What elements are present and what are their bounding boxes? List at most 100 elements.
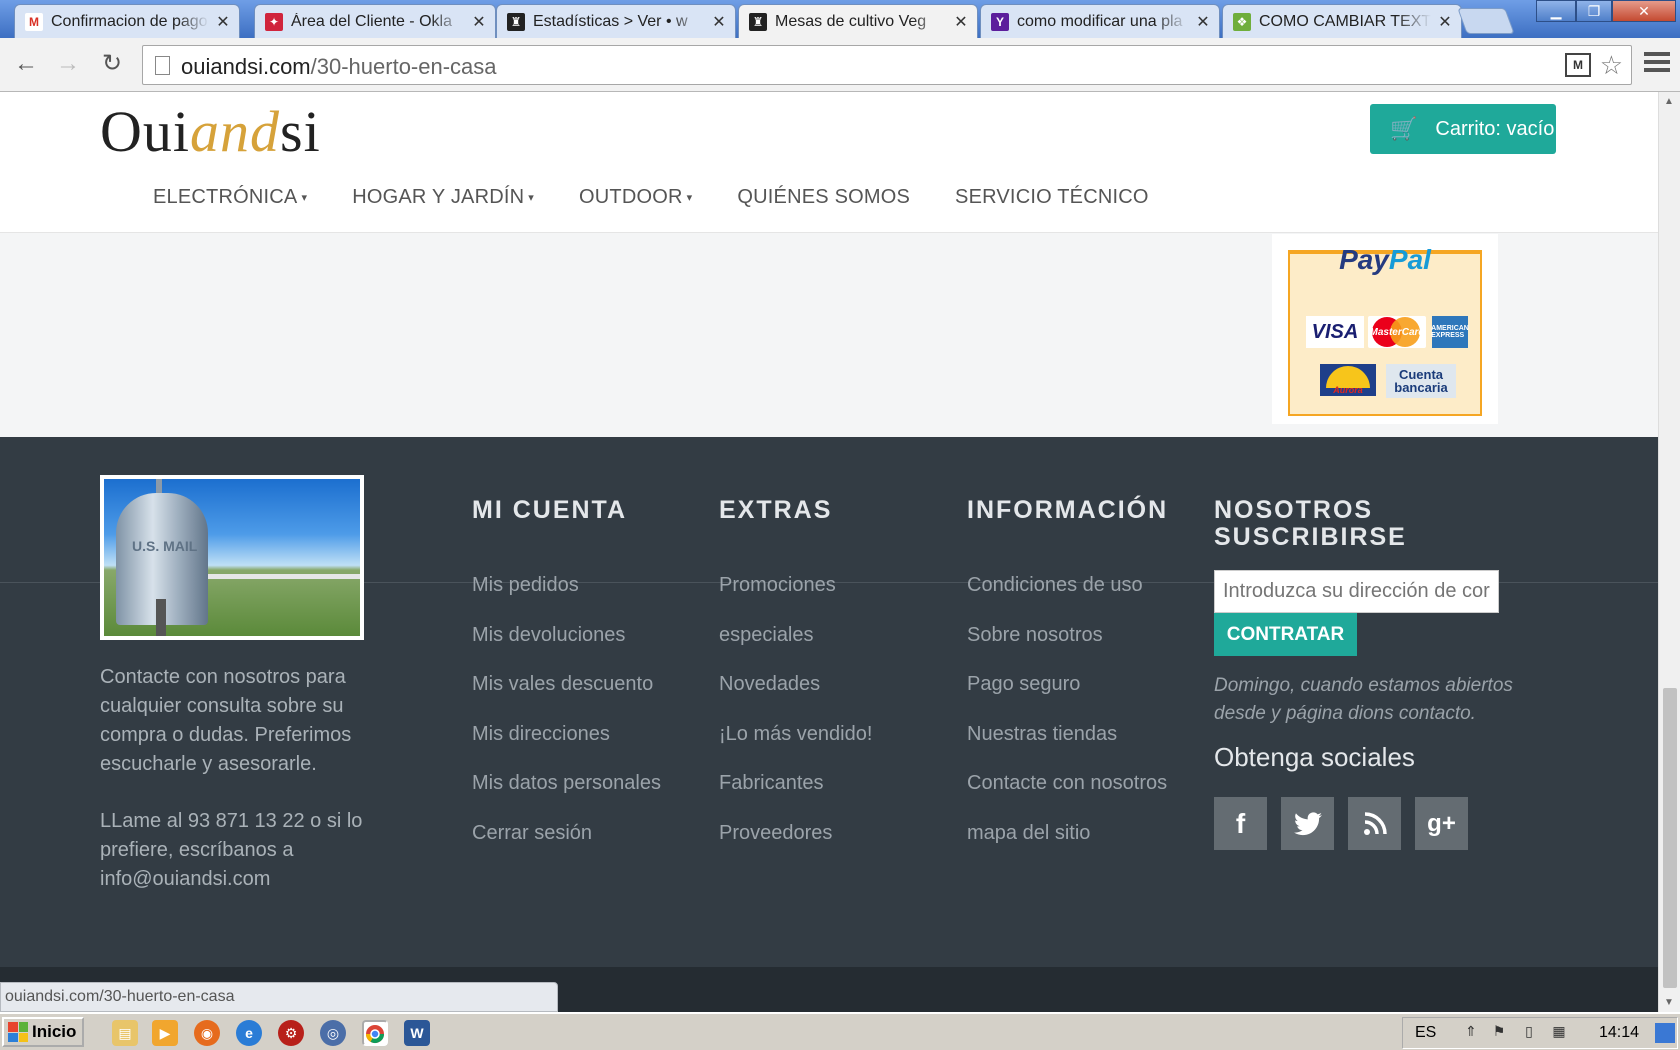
site-logo[interactable]: Ouiandsi <box>100 98 321 165</box>
footer-link[interactable]: Pago seguro <box>967 673 1167 723</box>
footer-link[interactable]: Cerrar sesión <box>472 822 661 872</box>
page-icon <box>155 56 170 75</box>
chrome-icon[interactable] <box>362 1020 388 1046</box>
nav-item-electronica[interactable]: ELECTRÓNICA ▾ <box>153 186 307 209</box>
browser-tab[interactable]: M Confirmacion de pago ✕ <box>14 4 240 38</box>
language-indicator[interactable]: ES <box>1415 1024 1436 1042</box>
nav-label: ELECTRÓNICA <box>153 186 298 208</box>
address-bar[interactable]: ouiandsi.com/30-huerto-en-casa M ☆ <box>142 45 1632 85</box>
tab-close-icon[interactable]: ✕ <box>1195 12 1211 32</box>
browser-menu-icon[interactable] <box>1644 52 1670 76</box>
start-button[interactable]: Inicio <box>2 1017 84 1047</box>
payment-logos: PayPal VISA MasterCard AMERICAN EXPRESS … <box>1288 244 1482 416</box>
nav-item-outdoor[interactable]: OUTDOOR ▾ <box>579 186 692 209</box>
page-viewport: Ouiandsi 🛒 Carrito: vacío ELECTRÓNICA ▾ H… <box>0 92 1658 1012</box>
app-icon[interactable]: ⚙ <box>278 1020 304 1046</box>
reload-button[interactable]: ↻ <box>96 48 128 80</box>
nav-item-hogar-jardin[interactable]: HOGAR Y JARDÍN ▾ <box>352 186 534 209</box>
scroll-up-icon[interactable]: ▲ <box>1664 96 1674 107</box>
browser-toolbar: ← → ↻ ouiandsi.com/30-huerto-en-casa M ☆ <box>0 38 1680 92</box>
scroll-down-icon[interactable]: ▼ <box>1664 997 1674 1008</box>
logo-text-accent: and <box>190 99 280 164</box>
main-nav: ELECTRÓNICA ▾ HOGAR Y JARDÍN ▾ OUTDOOR ▾ QU… <box>153 186 1194 209</box>
close-window-button[interactable]: ✕ <box>1612 0 1676 22</box>
bookmark-star-icon[interactable]: ☆ <box>1600 50 1623 81</box>
footer-link[interactable]: Proveedores <box>719 822 872 872</box>
extension-icon[interactable]: M <box>1565 53 1591 77</box>
tab-close-icon[interactable]: ✕ <box>1437 12 1453 32</box>
internet-explorer-icon[interactable]: e <box>236 1020 262 1046</box>
forward-button[interactable]: → <box>52 48 84 80</box>
browser-tab[interactable]: Y como modificar una pla ✕ <box>980 4 1220 38</box>
footer-link[interactable]: Mis vales descuento <box>472 673 661 723</box>
twitter-icon[interactable] <box>1281 797 1334 850</box>
tab-close-icon[interactable]: ✕ <box>471 12 487 32</box>
page-scrollbar[interactable]: ▲ ▼ <box>1658 92 1680 1012</box>
footer-heading: MI CUENTA <box>472 496 628 524</box>
logo-text: Oui <box>100 99 190 164</box>
network-app-icon[interactable]: ◎ <box>320 1020 346 1046</box>
footer-link[interactable]: Sobre nosotros <box>967 624 1167 674</box>
start-label: Inicio <box>32 1022 77 1041</box>
footer-link[interactable]: Condiciones de uso <box>967 574 1167 624</box>
nav-label: HOGAR Y JARDÍN <box>352 186 525 208</box>
flag-icon[interactable]: ⚑ <box>1489 1023 1509 1043</box>
footer-link[interactable]: especiales <box>719 624 872 674</box>
footer-phone-text: LLame al 93 871 13 22 o si lo prefiere, … <box>100 810 363 890</box>
footer-link[interactable]: Nuestras tiendas <box>967 723 1167 773</box>
mailbox-label: U.S. MAIL <box>132 538 198 554</box>
android-icon: ❖ <box>1233 12 1251 31</box>
back-button[interactable]: ← <box>10 48 42 80</box>
facebook-icon[interactable]: f <box>1214 797 1267 850</box>
site-favicon-icon: ♜ <box>749 12 767 31</box>
footer-heading: SUSCRIBIRSE <box>1214 523 1407 551</box>
google-plus-icon[interactable]: g+ <box>1415 797 1468 850</box>
browser-tab[interactable]: ✦ Área del Cliente - Okla ✕ <box>254 4 496 38</box>
tab-close-icon[interactable]: ✕ <box>215 12 231 32</box>
browser-tab[interactable]: ❖ COMO CAMBIAR TEXT ✕ <box>1222 4 1462 38</box>
newsletter-email-input[interactable] <box>1214 570 1499 613</box>
browser-tab-active[interactable]: ♜ Mesas de cultivo Veg ✕ <box>738 4 978 38</box>
paypal-text: Pay <box>1339 244 1389 275</box>
tab-title: Confirmacion de pago <box>51 12 208 30</box>
mastercard-logo: MasterCard <box>1368 316 1426 348</box>
folder-icon[interactable]: ▤ <box>112 1020 138 1046</box>
network-icon[interactable]: ▦ <box>1549 1023 1569 1043</box>
nav-item-servicio-tecnico[interactable]: SERVICIO TÉCNICO <box>955 186 1149 209</box>
word-icon[interactable]: W <box>404 1020 430 1046</box>
url-text[interactable]: ouiandsi.com/30-huerto-en-casa <box>181 54 497 80</box>
footer-heading: EXTRAS <box>719 496 833 524</box>
nav-item-quienes-somos[interactable]: QUIÉNES SOMOS <box>737 186 910 209</box>
rss-feed-icon <box>1363 811 1387 835</box>
show-desktop-icon[interactable] <box>1655 1023 1675 1043</box>
footer-link[interactable]: Fabricantes <box>719 772 872 822</box>
footer-link[interactable]: ¡Lo más vendido! <box>719 723 872 773</box>
footer-link[interactable]: Promociones <box>719 574 872 624</box>
footer-link[interactable]: Contacte con nosotros <box>967 772 1167 822</box>
footer-link[interactable]: mapa del sitio <box>967 822 1167 872</box>
new-tab-button[interactable] <box>1457 8 1515 34</box>
newsletter-subscribe-button[interactable]: CONTRATAR <box>1214 613 1357 656</box>
scrollbar-thumb[interactable] <box>1663 688 1677 988</box>
minimize-button[interactable]: ▁ <box>1536 0 1576 22</box>
power-icon[interactable]: ▯ <box>1519 1023 1539 1043</box>
cart-button[interactable]: 🛒 Carrito: vacío <box>1370 104 1556 154</box>
social-heading: Obtenga sociales <box>1214 742 1415 772</box>
media-player-icon[interactable]: ▶ <box>152 1020 178 1046</box>
rss-icon[interactable] <box>1348 797 1401 850</box>
firefox-icon[interactable]: ◉ <box>194 1020 220 1046</box>
tab-close-icon[interactable]: ✕ <box>953 12 969 32</box>
caret-down-icon: ▾ <box>686 192 693 204</box>
footer-link[interactable]: Novedades <box>719 673 872 723</box>
show-hidden-icons-icon[interactable]: ⇑ <box>1461 1023 1481 1043</box>
restore-button[interactable]: ❐ <box>1576 0 1612 22</box>
aurora-text: Aurora <box>1333 385 1363 395</box>
footer-link[interactable]: Mis datos personales <box>472 772 661 822</box>
tab-close-icon[interactable]: ✕ <box>711 12 727 32</box>
footer-link[interactable]: Mis direcciones <box>472 723 661 773</box>
footer-contact-text: Contacte con nosotros para cualquier con… <box>100 666 352 775</box>
clock[interactable]: 14:14 <box>1599 1024 1639 1042</box>
footer-link[interactable]: Mis pedidos <box>472 574 661 624</box>
footer-link[interactable]: Mis devoluciones <box>472 624 661 674</box>
browser-tab[interactable]: ♜ Estadísticas > Ver • w ✕ <box>496 4 736 38</box>
